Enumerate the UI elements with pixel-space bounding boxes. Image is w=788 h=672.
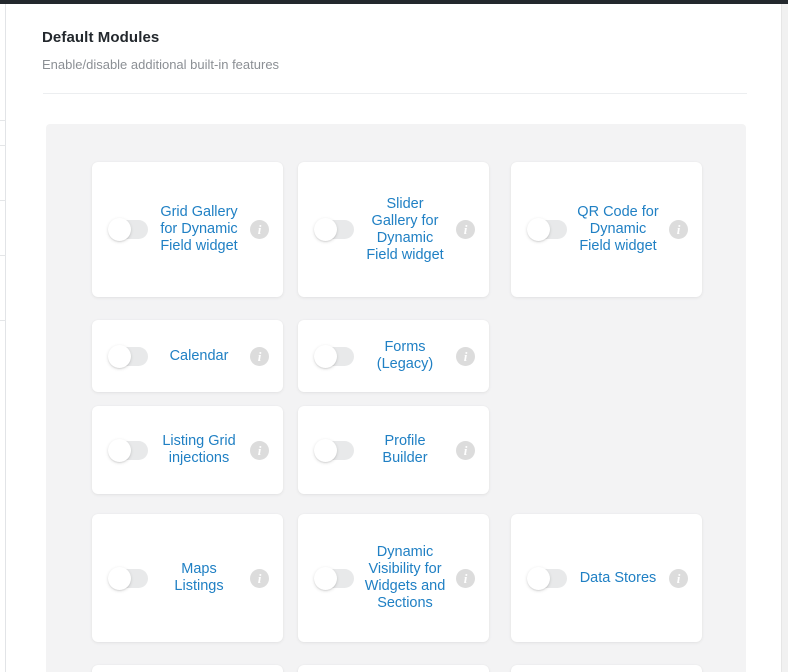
module-card: QR Code for Dynamic Field widget i: [511, 162, 702, 297]
module-card: Listing Grid injections i: [92, 406, 283, 494]
module-label: Dynamic Visibility for Widgets and Secti…: [364, 544, 446, 611]
module-label: Listing Grid injections: [162, 433, 236, 466]
module-toggle[interactable]: [108, 566, 148, 590]
module-toggle[interactable]: [108, 344, 148, 368]
module-toggle[interactable]: [314, 218, 354, 241]
settings-page: Default Modules Enable/disable additiona…: [7, 4, 781, 672]
toggle-knob: [314, 566, 337, 590]
toggle-knob: [527, 566, 550, 590]
toggle-knob: [108, 438, 131, 462]
modules-panel: Grid Gallery for Dynamic Field widget i Sl…: [46, 124, 746, 672]
module-card: Forms (Legacy) i: [298, 320, 489, 392]
info-icon[interactable]: i: [250, 440, 269, 460]
toggle-knob: [314, 438, 337, 462]
toggle-knob: [108, 344, 131, 368]
module-card: Profile Builder i: [298, 406, 489, 494]
sidebar-divider: [0, 120, 6, 121]
sidebar-divider: [0, 320, 6, 321]
module-card: i: [511, 665, 702, 672]
module-card: Data Stores i: [511, 514, 702, 642]
toggle-knob: [314, 218, 337, 241]
module-toggle[interactable]: [108, 438, 148, 462]
module-label: Forms (Legacy): [376, 339, 434, 372]
sidebar-divider: [0, 145, 6, 146]
info-icon[interactable]: i: [250, 568, 269, 588]
module-toggle[interactable]: [527, 218, 567, 241]
info-icon[interactable]: i: [669, 568, 688, 588]
module-toggle[interactable]: [314, 344, 354, 368]
module-card: i: [92, 665, 283, 672]
module-label: Calendar: [169, 347, 229, 364]
vertical-scrollbar[interactable]: [781, 4, 788, 672]
section-header: Default Modules Enable/disable additiona…: [42, 28, 748, 74]
sidebar-divider: [0, 255, 6, 256]
info-icon[interactable]: i: [669, 220, 688, 239]
info-icon[interactable]: i: [456, 220, 475, 239]
module-toggle[interactable]: [314, 438, 354, 462]
module-card: Calendar i: [92, 320, 283, 392]
toggle-knob: [108, 218, 131, 241]
info-icon[interactable]: i: [456, 568, 475, 588]
module-label: Profile Builder: [382, 433, 428, 466]
header-divider: [43, 93, 747, 94]
info-icon[interactable]: i: [456, 346, 475, 366]
info-icon[interactable]: i: [250, 220, 269, 239]
page-subtitle: Enable/disable additional built-in featu…: [42, 57, 280, 72]
module-card: Grid Gallery for Dynamic Field widget i: [92, 162, 283, 297]
toggle-knob: [314, 344, 337, 368]
toggle-knob: [108, 566, 131, 590]
module-label: Data Stores: [579, 569, 657, 586]
module-card: Maps Listings i: [92, 514, 283, 642]
module-card: Dynamic Visibility for Widgets and Secti…: [298, 514, 489, 642]
page-title: Default Modules: [42, 29, 160, 46]
info-icon[interactable]: i: [250, 346, 269, 366]
module-label: Maps Listings: [174, 561, 224, 594]
module-toggle[interactable]: [314, 566, 354, 590]
toggle-knob: [527, 218, 550, 241]
module-label: Slider Gallery for Dynamic Field widget: [366, 195, 444, 263]
module-card: i: [298, 665, 489, 672]
sidebar-divider: [0, 200, 6, 201]
sidebar-rail[interactable]: [0, 4, 6, 672]
module-toggle[interactable]: [527, 566, 567, 590]
module-toggle[interactable]: [108, 218, 148, 241]
module-card: Slider Gallery for Dynamic Field widget i: [298, 162, 489, 297]
module-label: QR Code for Dynamic Field widget: [577, 204, 659, 254]
module-label: Grid Gallery for Dynamic Field widget: [160, 204, 238, 254]
info-icon[interactable]: i: [456, 440, 475, 460]
